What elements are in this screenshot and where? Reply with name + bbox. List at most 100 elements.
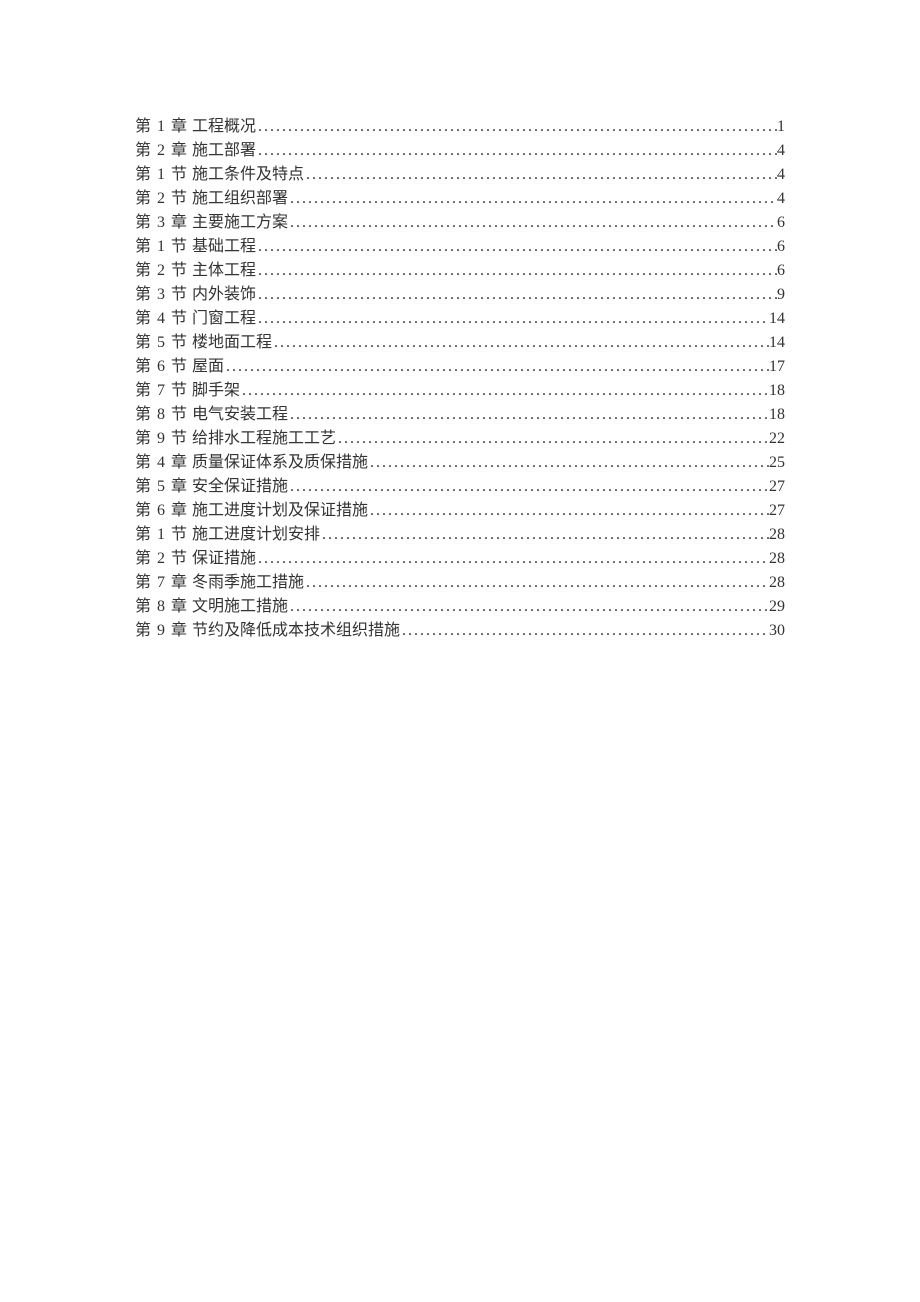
toc-entry: 第 8 章文明施工措施 29 [135,595,785,619]
toc-entry: 第 6 章施工进度计划及保证措施 27 [135,499,785,523]
toc-entry-title: 施工部署 [192,139,256,163]
toc-entry: 第 8 节电气安装工程 18 [135,403,785,427]
toc-entry-page: 6 [777,259,785,283]
toc-entry: 第 1 节施工进度计划安排 28 [135,523,785,547]
toc-entry-title: 内外装饰 [192,283,256,307]
toc-entry-label: 第 4 章 [135,451,188,475]
toc-entry-page: 22 [769,427,785,451]
toc-entry: 第 2 节施工组织部署4 [135,187,785,211]
toc-entry-page: 28 [769,571,785,595]
toc-entry-leader-dots [256,115,777,139]
toc-entry-label: 第 9 节 [135,427,188,451]
toc-entry: 第 7 章冬雨季施工措施 28 [135,571,785,595]
toc-entry: 第 4 节门窗工程14 [135,307,785,331]
toc-entry-leader-dots [288,475,769,499]
toc-entry-page: 18 [769,403,785,427]
toc-entry-title: 节约及降低成本技术组织措施 [192,619,400,643]
toc-entry: 第 1 节基础工程 6 [135,235,785,259]
toc-entry-label: 第 3 节 [135,283,188,307]
toc-entry-label: 第 8 章 [135,595,188,619]
toc-entry-title: 主体工程 [192,259,256,283]
toc-entry: 第 2 节保证措施28 [135,547,785,571]
toc-entry-label: 第 2 章 [135,139,188,163]
toc-entry-page: 6 [777,211,785,235]
toc-entry: 第 6 节屋面 17 [135,355,785,379]
toc-entry-page: 1 [777,115,785,139]
toc-entry-leader-dots [304,571,769,595]
toc-entry: 第 5 节楼地面工程14 [135,331,785,355]
toc-entry-leader-dots [288,187,777,211]
toc-entry-title: 给排水工程施工工艺 [192,427,336,451]
toc-entry-leader-dots [256,235,777,259]
toc-entry-page: 29 [769,595,785,619]
toc-entry-leader-dots [400,619,769,643]
toc-entry-label: 第 1 节 [135,235,188,259]
toc-entry-page: 27 [769,475,785,499]
toc-entry-title: 门窗工程 [192,307,256,331]
toc-entry-page: 30 [769,619,785,643]
toc-entry: 第 4 章质量保证体系及质保措施 25 [135,451,785,475]
toc-entry-page: 17 [769,355,785,379]
toc-entry-leader-dots [272,331,769,355]
toc-entry-leader-dots [256,547,769,571]
toc-entry-leader-dots [224,355,769,379]
toc-entry-title: 施工条件及特点 [192,163,304,187]
toc-entry: 第 3 节内外装饰 9 [135,283,785,307]
toc-entry-leader-dots [256,139,777,163]
toc-entry-page: 14 [769,331,785,355]
toc-entry-label: 第 7 节 [135,379,188,403]
toc-entry: 第 1 节施工条件及特点 4 [135,163,785,187]
toc-entry-leader-dots [288,211,777,235]
toc-entry-page: 27 [769,499,785,523]
toc-entry-label: 第 9 章 [135,619,188,643]
toc-entry-page: 18 [769,379,785,403]
toc-entry-title: 电气安装工程 [192,403,288,427]
toc-entry-page: 9 [777,283,785,307]
toc-entry-title: 质量保证体系及质保措施 [192,451,368,475]
toc-entry-title: 施工进度计划安排 [192,523,320,547]
toc-entry-label: 第 1 节 [135,523,188,547]
toc-entry-page: 6 [777,235,785,259]
toc-entry-leader-dots [304,163,777,187]
toc-entry-label: 第 5 章 [135,475,188,499]
toc-entry: 第 5 章安全保证措施 27 [135,475,785,499]
toc-entry-leader-dots [288,595,769,619]
toc-entry-title: 冬雨季施工措施 [192,571,304,595]
toc-entry-leader-dots [256,283,777,307]
toc-entry-label: 第 1 章 [135,115,188,139]
toc-entry-title: 主要施工方案 [192,211,288,235]
toc-entry-title: 安全保证措施 [192,475,288,499]
toc-entry-leader-dots [368,499,769,523]
toc-entry-title: 施工进度计划及保证措施 [192,499,368,523]
toc-entry-leader-dots [288,403,769,427]
toc-entry-label: 第 7 章 [135,571,188,595]
toc-entry-label: 第 2 节 [135,259,188,283]
toc-entry: 第 9 章节约及降低成本技术组织措施 30 [135,619,785,643]
toc-entry-label: 第 8 节 [135,403,188,427]
toc-entry-label: 第 3 章 [135,211,188,235]
toc-entry-title: 工程概况 [192,115,256,139]
toc-entry-leader-dots [336,427,769,451]
toc-entry-page: 4 [777,139,785,163]
toc-entry-label: 第 4 节 [135,307,188,331]
toc-entry-label: 第 2 节 [135,187,188,211]
toc-entry-title: 基础工程 [192,235,256,259]
toc-entry-title: 脚手架 [192,379,240,403]
toc-entry-label: 第 6 章 [135,499,188,523]
toc-entry-page: 4 [777,163,785,187]
toc-entry-title: 屋面 [192,355,224,379]
toc-entry-leader-dots [240,379,769,403]
toc-entry-page: 28 [769,523,785,547]
toc-entry-label: 第 6 节 [135,355,188,379]
toc-entry-page: 4 [777,187,785,211]
toc-entry-title: 文明施工措施 [192,595,288,619]
toc-entry-page: 25 [769,451,785,475]
toc-entry: 第 2 章施工部署 4 [135,139,785,163]
toc-entry: 第 7 节脚手架 18 [135,379,785,403]
toc-entry-page: 28 [769,547,785,571]
table-of-contents: 第 1 章工程概况1第 2 章施工部署4第 1 节施工条件及特点4第 2 节施工… [135,115,785,643]
toc-entry-label: 第 5 节 [135,331,188,355]
toc-entry: 第 3 章主要施工方案 6 [135,211,785,235]
toc-entry-leader-dots [368,451,769,475]
toc-entry-label: 第 1 节 [135,163,188,187]
